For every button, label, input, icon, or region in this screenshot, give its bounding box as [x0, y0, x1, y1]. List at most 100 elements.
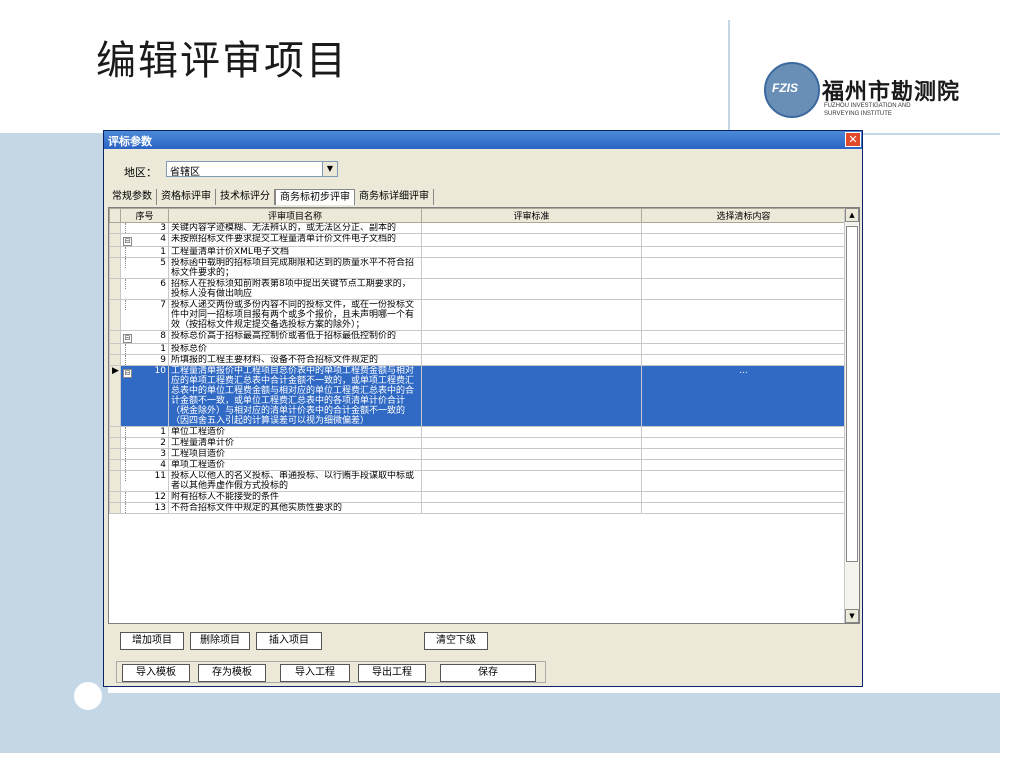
tab-general-params[interactable]: 常规参数	[108, 189, 157, 205]
row-item-name[interactable]: 招标人在投标须知前附表第8项中提出关键节点工期要求的，投标人没有做出响应	[168, 278, 422, 300]
row-content[interactable]	[641, 437, 846, 449]
row-standard[interactable]	[421, 233, 642, 247]
collapse-icon[interactable]: ⊟	[123, 369, 132, 378]
import-project-button[interactable]: 导入工程	[280, 664, 350, 682]
collapse-icon[interactable]: ⊟	[123, 237, 132, 246]
table-row[interactable]: 7 投标人递交两份或多份内容不同的投标文件，或在一份投标文件中对同一招标项目报有两…	[109, 299, 846, 331]
row-item-name[interactable]: 单位工程造价	[168, 426, 422, 438]
row-item-name[interactable]: 投标人以他人的名义投标、串通投标、以行贿手段谋取中标或者以其他弄虚作假方式投标的	[168, 470, 422, 492]
row-standard[interactable]	[421, 330, 642, 344]
row-standard[interactable]	[421, 448, 642, 460]
row-content[interactable]	[641, 354, 846, 366]
table-row[interactable]: ⊟ 8 投标总价高于招标最高控制价或者低于招标最低控制价的	[109, 330, 846, 344]
close-button[interactable]: ✕	[845, 132, 861, 147]
row-standard[interactable]	[421, 502, 642, 514]
scrollbar-thumb[interactable]	[846, 226, 858, 562]
tab-qualification-review[interactable]: 资格标评审	[157, 189, 216, 205]
tab-technical-scoring[interactable]: 技术标评分	[216, 189, 275, 205]
row-item-name[interactable]: 投标总价	[168, 343, 422, 355]
row-content[interactable]	[641, 299, 846, 331]
table-row[interactable]: 6 招标人在投标须知前附表第8项中提出关键节点工期要求的，投标人没有做出响应	[109, 278, 846, 300]
row-standard[interactable]	[421, 257, 642, 279]
table-row[interactable]: ⊟ 4 未按照招标文件要求提交工程量清单计价文件电子文档的	[109, 233, 846, 247]
row-standard[interactable]	[421, 437, 642, 449]
review-items-grid[interactable]: 序号 评审项目名称 评审标准 选择清标内容 3 关键内容字迹模糊、无法辨认的，或无…	[108, 207, 860, 624]
row-standard[interactable]	[421, 491, 642, 503]
row-content[interactable]	[641, 448, 846, 460]
row-content[interactable]	[641, 233, 846, 247]
row-item-name[interactable]: 投标总价高于招标最高控制价或者低于招标最低控制价的	[168, 330, 422, 344]
row-item-name[interactable]: 工程量清单计价XML电子文档	[168, 246, 422, 258]
chevron-down-icon[interactable]: ▼	[322, 162, 337, 176]
row-content[interactable]	[641, 330, 846, 344]
row-content[interactable]	[641, 491, 846, 503]
table-row[interactable]: 1 单位工程造价	[109, 426, 846, 438]
header-content[interactable]: 选择清标内容	[641, 208, 846, 223]
table-row[interactable]: 3 工程项目造价	[109, 448, 846, 460]
row-item-name[interactable]: 工程量清单计价	[168, 437, 422, 449]
row-item-name[interactable]: 不符合招标文件中规定的其他实质性要求的	[168, 502, 422, 514]
vertical-scrollbar[interactable]: ▲ ▼	[844, 208, 859, 623]
table-row[interactable]: 1 工程量清单计价XML电子文档	[109, 246, 846, 258]
header-standard[interactable]: 评审标准	[421, 208, 642, 223]
row-standard[interactable]	[421, 222, 642, 234]
row-standard[interactable]	[421, 299, 642, 331]
row-seq: 5	[120, 257, 169, 279]
table-row[interactable]: 5 投标函中载明的招标项目完成期限和达到的质量水平不符合招标文件要求的；	[109, 257, 846, 279]
table-row[interactable]: 11 投标人以他人的名义投标、串通投标、以行贿手段谋取中标或者以其他弄虚作假方式投…	[109, 470, 846, 492]
row-content[interactable]	[641, 343, 846, 355]
header-item-name[interactable]: 评审项目名称	[168, 208, 422, 223]
row-standard[interactable]	[421, 459, 642, 471]
row-content[interactable]	[641, 470, 846, 492]
row-standard[interactable]	[421, 343, 642, 355]
table-row[interactable]: 2 工程量清单计价	[109, 437, 846, 449]
region-select[interactable]: 省辖区 ▼	[166, 161, 338, 178]
row-content[interactable]	[641, 278, 846, 300]
row-item-name[interactable]: 投标函中载明的招标项目完成期限和达到的质量水平不符合招标文件要求的；	[168, 257, 422, 279]
export-project-button[interactable]: 导出工程	[358, 664, 426, 682]
row-item-name[interactable]: 投标人递交两份或多份内容不同的投标文件，或在一份投标文件中对同一招标项目报有两个…	[168, 299, 422, 331]
table-row[interactable]: 13 不符合招标文件中规定的其他实质性要求的	[109, 502, 846, 514]
row-item-name[interactable]: 所填报的工程主要材料、设备不符合招标文件规定的	[168, 354, 422, 366]
row-item-name[interactable]: 关键内容字迹模糊、无法辨认的，或无法区分正、副本的	[168, 222, 422, 234]
row-content[interactable]	[641, 459, 846, 471]
row-item-name[interactable]: 工程项目造价	[168, 448, 422, 460]
row-content[interactable]	[641, 426, 846, 438]
header-seq[interactable]: 序号	[120, 208, 169, 223]
save-template-button[interactable]: 存为模板	[198, 664, 266, 682]
row-standard[interactable]	[421, 278, 642, 300]
add-item-button[interactable]: 增加项目	[120, 632, 184, 650]
save-button[interactable]: 保存	[440, 664, 536, 682]
import-template-button[interactable]: 导入模板	[122, 664, 190, 682]
row-standard[interactable]	[421, 365, 642, 427]
row-standard[interactable]	[421, 354, 642, 366]
table-row[interactable]: 3 关键内容字迹模糊、无法辨认的，或无法区分正、副本的	[109, 222, 846, 234]
row-standard[interactable]	[421, 246, 642, 258]
row-content[interactable]	[641, 246, 846, 258]
scroll-down-arrow-icon[interactable]: ▼	[845, 609, 859, 623]
dialog-titlebar[interactable]: 评标参数 ✕	[104, 131, 862, 149]
row-content[interactable]	[641, 222, 846, 234]
collapse-icon[interactable]: ⊟	[123, 334, 132, 343]
table-row[interactable]: 1 投标总价	[109, 343, 846, 355]
table-row[interactable]: 4 单项工程造价	[109, 459, 846, 471]
table-row[interactable]: 9 所填报的工程主要材料、设备不符合招标文件规定的	[109, 354, 846, 366]
clear-children-button[interactable]: 清空下级	[424, 632, 488, 650]
row-item-name[interactable]: 工程量清单报价中工程项目总价表中的单项工程费金额与相对应的单项工程费汇总表中合计…	[168, 365, 422, 427]
row-item-name[interactable]: 附有招标人不能接受的条件	[168, 491, 422, 503]
table-row[interactable]: 12 附有招标人不能接受的条件	[109, 491, 846, 503]
row-standard[interactable]	[421, 470, 642, 492]
tab-commercial-detailed[interactable]: 商务标详细评审	[355, 189, 434, 205]
scroll-up-arrow-icon[interactable]: ▲	[845, 208, 859, 222]
row-content-ellipsis-button[interactable]: ...	[641, 365, 846, 427]
row-content[interactable]	[641, 502, 846, 514]
insert-item-button[interactable]: 插入项目	[256, 632, 322, 650]
slide-title: 编辑评审项目	[96, 38, 348, 84]
row-item-name[interactable]: 未按照招标文件要求提交工程量清单计价文件电子文档的	[168, 233, 422, 247]
delete-item-button[interactable]: 删除项目	[190, 632, 250, 650]
tab-commercial-preliminary[interactable]: 商务标初步评审	[275, 189, 355, 205]
row-item-name[interactable]: 单项工程造价	[168, 459, 422, 471]
row-content[interactable]	[641, 257, 846, 279]
table-row-selected[interactable]: ▶ ⊟ 10 工程量清单报价中工程项目总价表中的单项工程费金额与相对应的单项工程费汇总…	[109, 365, 846, 427]
row-standard[interactable]	[421, 426, 642, 438]
